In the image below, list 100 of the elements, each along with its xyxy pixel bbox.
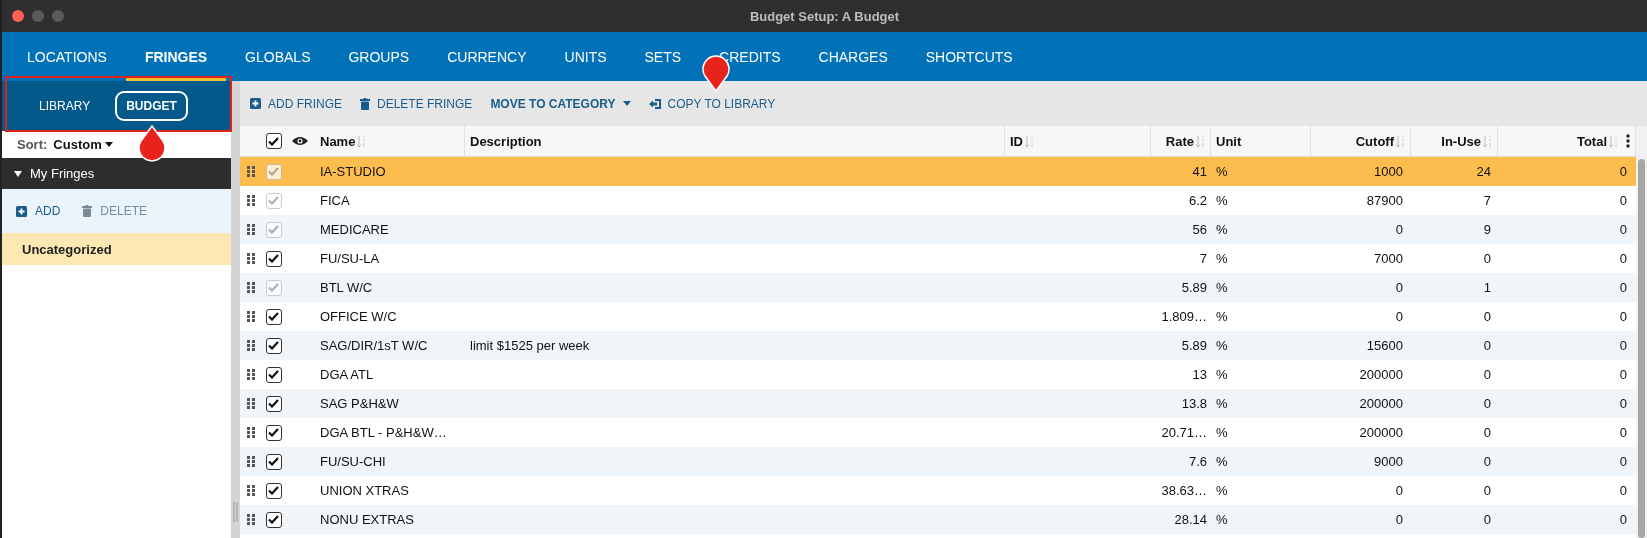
mode-tab[interactable]: LIBRARY — [28, 91, 102, 121]
cutoff-cell: 7000 — [1374, 251, 1403, 266]
name-cell: MEDICARE — [320, 222, 389, 237]
total-cell: 0 — [1619, 483, 1627, 498]
in-use-cell: 0 — [1483, 483, 1491, 498]
cutoff-cell: 0 — [1395, 309, 1403, 324]
name-cell: FICA — [320, 193, 350, 208]
row-checkbox[interactable] — [265, 337, 282, 354]
unit-cell: % — [1216, 164, 1228, 179]
row-checkbox[interactable] — [265, 453, 282, 470]
tab[interactable]: UNITS — [545, 32, 626, 81]
trash-icon — [82, 205, 93, 217]
tab[interactable]: SETS — [625, 32, 701, 81]
add-fringe-button[interactable]: ADD FRINGE — [250, 96, 342, 111]
select-all-checkbox[interactable] — [265, 133, 282, 149]
column-header[interactable]: Unit — [1211, 126, 1311, 156]
more-icon[interactable] — [1626, 134, 1630, 148]
tab[interactable]: GLOBALS — [226, 32, 330, 81]
column-header[interactable]: ID — [1005, 126, 1151, 156]
rate-cell: 28.14 — [1174, 512, 1207, 527]
table-row[interactable]: NONU EXTRAS 28.14 % 0 0 0 — [240, 505, 1636, 534]
scrollbar-thumb[interactable] — [1638, 159, 1645, 538]
group-title: My Fringes — [30, 166, 95, 181]
rate-cell: 41 — [1192, 164, 1207, 179]
total-cell: 0 — [1619, 454, 1627, 469]
sort-dropdown[interactable]: Custom — [53, 137, 113, 152]
table-row[interactable]: SAG/DIR/1sT W/C limit $1525 per week 5.89 % 15600 0 0 — [240, 331, 1636, 360]
copy-to-library-button[interactable]: COPY TO LIBRARY — [648, 96, 776, 111]
drag-handle-icon[interactable] — [247, 485, 255, 496]
drag-handle-icon[interactable] — [247, 456, 255, 467]
row-checkbox[interactable] — [265, 366, 282, 383]
unit-cell: % — [1216, 512, 1228, 527]
drag-handle-icon[interactable] — [247, 253, 255, 264]
rate-cell: 6.2 — [1188, 193, 1207, 208]
group-header[interactable]: My Fringes — [2, 158, 231, 189]
in-use-cell: 0 — [1483, 338, 1491, 353]
in-use-cell: 0 — [1483, 367, 1491, 382]
sort-label: Sort: — [17, 137, 48, 152]
in-use-cell: 0 — [1483, 425, 1491, 440]
category-item[interactable]: Uncategorized — [2, 233, 231, 265]
eye-icon[interactable] — [292, 136, 308, 146]
table-row[interactable]: FU/SU-CHI 7.6 % 9000 0 0 — [240, 447, 1636, 476]
plus-icon — [250, 98, 261, 109]
name-cell: DGA BTL - P&H&W… — [320, 425, 447, 440]
caret-icon — [622, 101, 631, 106]
delete-fringe-button[interactable]: DELETE FRINGE — [360, 96, 473, 111]
unit-cell: % — [1216, 483, 1228, 498]
grip-icon — [233, 502, 238, 522]
tab[interactable]: CURRENCY — [428, 32, 546, 81]
tab[interactable]: SHORTCUTS — [906, 32, 1032, 81]
in-use-cell: 0 — [1483, 454, 1491, 469]
total-cell: 0 — [1619, 367, 1627, 382]
total-cell: 0 — [1619, 425, 1627, 440]
drag-handle-icon[interactable] — [247, 340, 255, 351]
row-checkbox[interactable] — [265, 482, 282, 499]
column-header[interactable]: Name — [315, 126, 465, 156]
drag-handle-icon[interactable] — [247, 427, 255, 438]
rate-cell: 13.8 — [1181, 396, 1207, 411]
close-button[interactable] — [12, 10, 24, 22]
name-cell: DGA ATL — [320, 367, 374, 382]
arrow-into-box-icon — [648, 98, 661, 109]
unit-cell: % — [1216, 222, 1228, 237]
cutoff-cell: 0 — [1395, 222, 1403, 237]
table-row[interactable]: SAG P&H&W 13.8 % 200000 0 0 — [240, 389, 1636, 418]
cutoff-cell: 15600 — [1366, 338, 1403, 353]
row-checkbox[interactable] — [265, 250, 282, 267]
cutoff-cell: 200000 — [1359, 396, 1403, 411]
in-use-cell: 0 — [1483, 396, 1491, 411]
drag-handle-icon[interactable] — [247, 398, 255, 409]
move-to-category-menu[interactable]: MOVE TO CATEGORY — [490, 96, 631, 111]
name-cell: SAG/DIR/1sT W/C — [320, 338, 428, 353]
row-checkbox[interactable] — [265, 308, 282, 325]
total-cell: 0 — [1619, 396, 1627, 411]
tab[interactable]: GROUPS — [329, 32, 429, 81]
total-cell: 0 — [1619, 193, 1627, 208]
drag-handle-icon[interactable] — [247, 311, 255, 322]
name-cell: FU/SU-LA — [320, 251, 380, 266]
row-checkbox[interactable] — [265, 395, 282, 412]
in-use-cell: 0 — [1483, 309, 1491, 324]
name-cell: SAG P&H&W — [320, 396, 399, 411]
name-cell: OFFICE W/C — [320, 309, 397, 324]
rate-cell: 38.63… — [1161, 483, 1207, 498]
in-use-cell: 1 — [1483, 280, 1491, 295]
add-button[interactable]: ADD — [16, 204, 61, 218]
in-use-cell: 0 — [1483, 251, 1491, 266]
row-checkbox[interactable] — [265, 424, 282, 441]
unit-cell: % — [1216, 367, 1228, 382]
drag-handle-icon[interactable] — [247, 369, 255, 380]
rate-cell: 7.6 — [1188, 454, 1207, 469]
mode-tab[interactable]: BUDGET — [115, 91, 188, 121]
column-header[interactable]: In-Use — [1411, 126, 1498, 156]
column-header[interactable]: Cutoff — [1311, 126, 1411, 156]
tab[interactable]: LOCATIONS — [8, 32, 126, 81]
column-header[interactable]: Rate — [1151, 126, 1211, 156]
column-header[interactable]: Description — [465, 126, 1005, 156]
row-checkbox[interactable] — [265, 511, 282, 528]
total-cell: 0 — [1619, 164, 1627, 179]
drag-handle-icon[interactable] — [247, 514, 255, 525]
rate-cell: 56 — [1192, 222, 1207, 237]
tab[interactable]: CHARGES — [799, 32, 907, 81]
